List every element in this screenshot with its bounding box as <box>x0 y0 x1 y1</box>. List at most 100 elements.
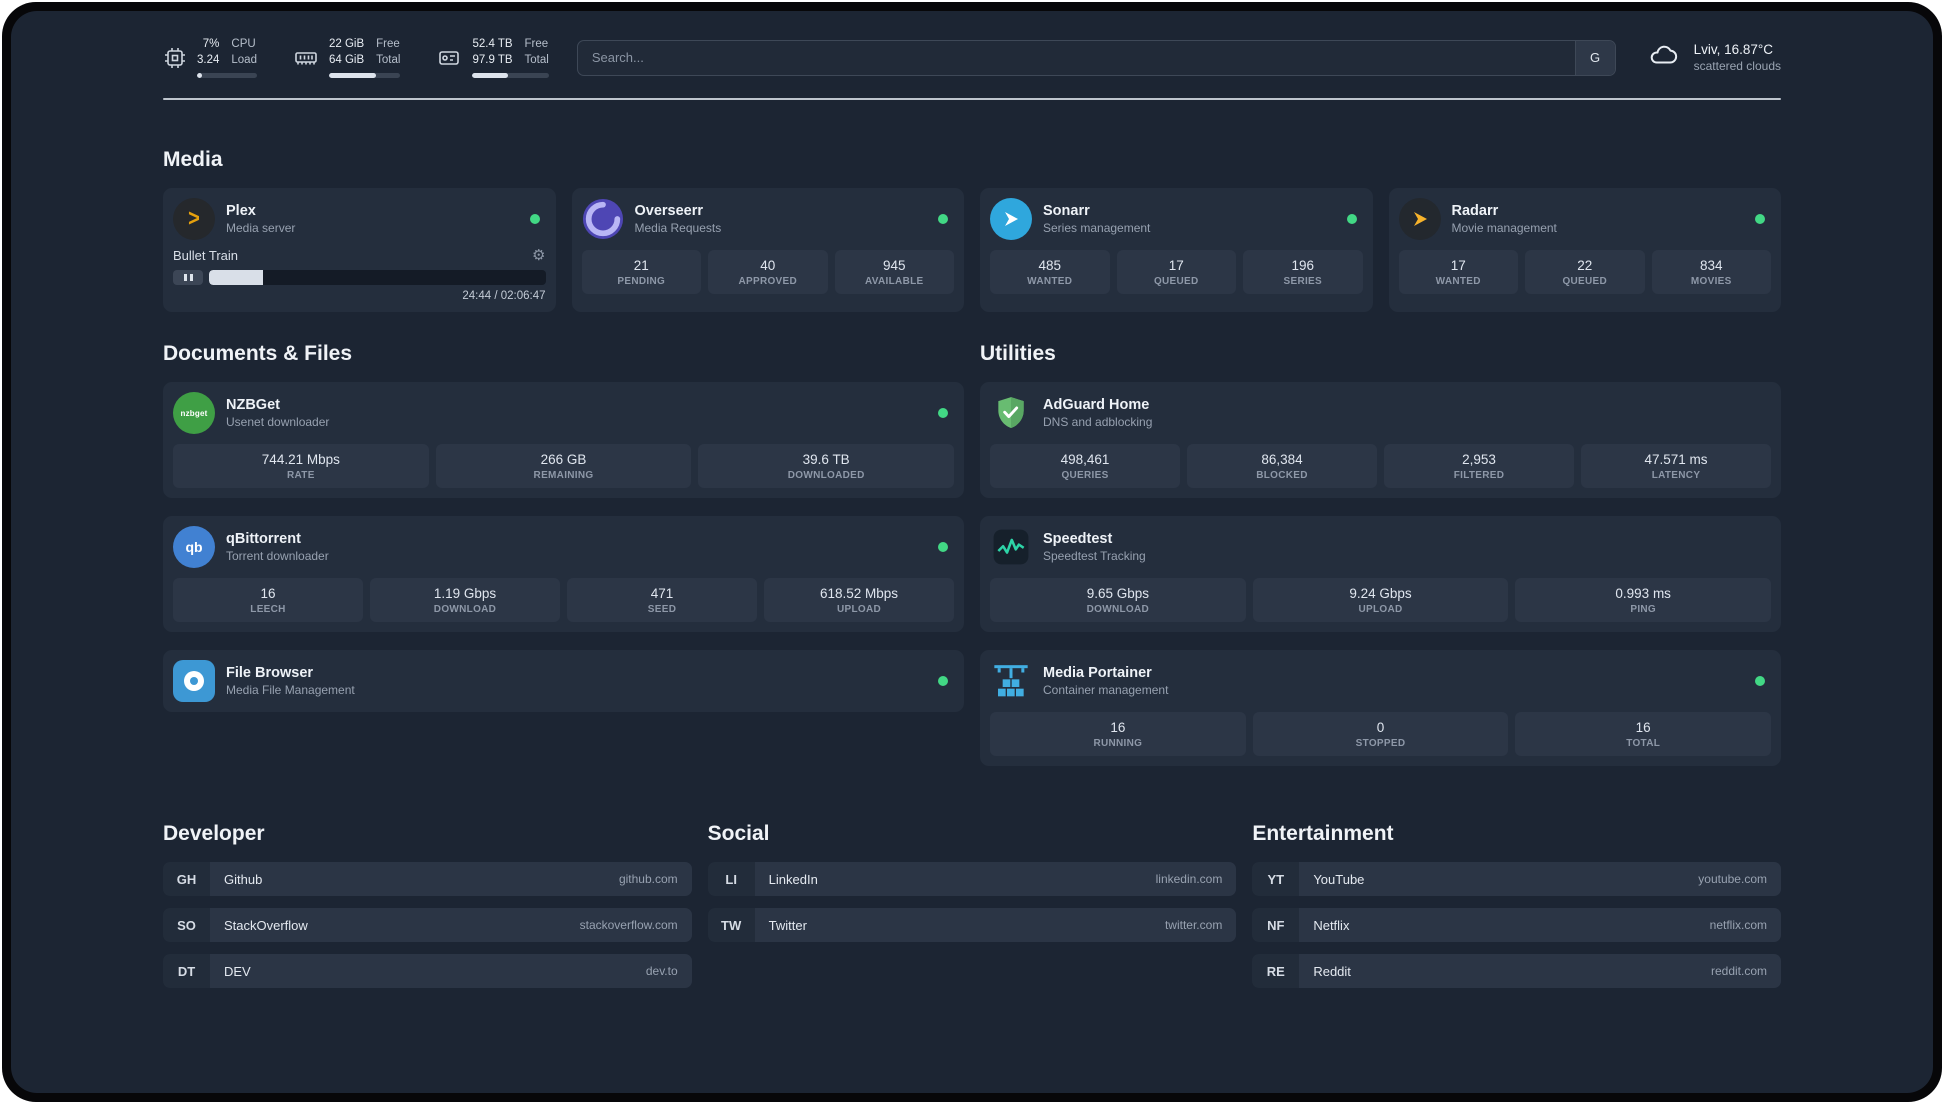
stat-ping: 0.993 ms PING <box>1515 578 1772 623</box>
bookmark-stackoverflow[interactable]: SO StackOverflow stackoverflow.com <box>163 908 692 943</box>
service-card-filebrowser[interactable]: File Browser Media File Management <box>163 650 964 713</box>
nzbget-icon: nzbget <box>173 392 215 435</box>
service-card-qbittorrent[interactable]: qb qBittorrent Torrent downloader 16 LEE… <box>163 516 964 633</box>
stat-approved: 40 APPROVED <box>708 250 828 295</box>
service-name: AdGuard Home <box>1043 397 1150 414</box>
gear-icon[interactable]: ⚙ <box>532 248 545 263</box>
stat-upload: 9.24 Gbps UPLOAD <box>1252 578 1509 623</box>
service-card-plex[interactable]: > Plex Media server Bullet Train ⚙ 24:44… <box>163 188 556 313</box>
filebrowser-icon <box>173 660 215 703</box>
service-card-overseerr[interactable]: Overseerr Media Requests 21 PENDING 40 A… <box>571 188 964 313</box>
stat-running: 16 RUNNING <box>990 712 1246 757</box>
stat-queries: 498,461 QUERIES <box>990 444 1180 489</box>
bookmark-github[interactable]: GH Github github.com <box>163 862 692 897</box>
status-dot <box>938 542 948 553</box>
stat-wanted: 17 WANTED <box>1398 250 1518 295</box>
disk-free-label: Free <box>524 38 549 50</box>
service-subtitle: Speedtest Tracking <box>1043 549 1146 564</box>
section-utilities: Utilities AdGuard Home DNS and adblockin… <box>980 342 1781 767</box>
bookmark-reddit[interactable]: RE Reddit reddit.com <box>1252 954 1781 989</box>
bookmark-dev[interactable]: DT DEV dev.to <box>163 954 692 989</box>
qbittorrent-icon: qb <box>173 526 215 569</box>
stat-wanted: 485 WANTED <box>990 250 1110 295</box>
stat-series: 196 SERIES <box>1243 250 1363 295</box>
status-dot <box>529 214 540 225</box>
service-name: Sonarr <box>1043 203 1090 220</box>
cpu-progress-bar <box>197 73 257 79</box>
stat-download: 1.19 Gbps DOWNLOAD <box>370 578 560 623</box>
cpu-value: 7% <box>202 38 220 50</box>
section-documents: Documents & Files nzbget NZBGet Usenet d… <box>163 342 964 766</box>
status-dot <box>938 408 948 419</box>
pause-button[interactable] <box>173 270 203 286</box>
app-window: 7% 3.24 CPU Load 22 GiB 64 GiB Free Tota… <box>2 2 1942 1102</box>
section-title-developer: Developer <box>163 822 265 846</box>
stat-remaining: 266 GB REMAINING <box>435 444 692 489</box>
stat-latency: 47.571 ms LATENCY <box>1581 444 1771 489</box>
weather-condition: scattered clouds <box>1693 59 1781 74</box>
stat-queued: 22 QUEUED <box>1525 250 1645 295</box>
service-card-sonarr[interactable]: Sonarr Series management 485 WANTED 17 Q… <box>980 188 1373 313</box>
section-title-entertainment: Entertainment <box>1252 822 1394 846</box>
service-subtitle: Usenet downloader <box>226 415 330 430</box>
stat-download: 9.65 Gbps DOWNLOAD <box>990 578 1246 623</box>
memory-total-label: Total <box>376 53 401 66</box>
service-card-speedtest[interactable]: Speedtest Speedtest Tracking 9.65 Gbps D… <box>980 516 1781 633</box>
stat-stopped: 0 STOPPED <box>1252 712 1509 757</box>
stat-pending: 21 PENDING <box>581 250 701 295</box>
service-card-portainer[interactable]: Media Portainer Container management 16 … <box>980 650 1781 767</box>
portainer-icon <box>990 660 1032 702</box>
service-subtitle: Media Requests <box>634 221 722 236</box>
track-title: Bullet Train <box>173 248 239 264</box>
topbar: 7% 3.24 CPU Load 22 GiB 64 GiB Free Tota… <box>163 37 1781 79</box>
service-name: NZBGet <box>226 397 280 414</box>
service-name: qBittorrent <box>226 531 301 548</box>
seek-bar[interactable] <box>209 270 546 286</box>
search-input[interactable] <box>577 40 1575 75</box>
stat-movies: 834 MOVIES <box>1651 250 1771 295</box>
memory-total-value: 64 GiB <box>328 53 365 66</box>
service-subtitle: Movie management <box>1451 221 1557 236</box>
search-bar: G <box>576 39 1616 76</box>
service-subtitle: Torrent downloader <box>226 549 329 564</box>
cpu-widget: 7% 3.24 CPU Load <box>163 37 257 79</box>
topbar-divider <box>163 98 1781 101</box>
disk-free-value: 52.4 TB <box>472 38 513 50</box>
radarr-icon <box>1398 198 1441 241</box>
service-subtitle: Media server <box>226 221 296 236</box>
service-name: Overseerr <box>634 203 704 220</box>
dashboard: 7% 3.24 CPU Load 22 GiB 64 GiB Free Tota… <box>11 11 1933 1093</box>
service-card-adguard[interactable]: AdGuard Home DNS and adblocking 498,461 … <box>980 382 1781 499</box>
disk-total-value: 97.9 TB <box>472 53 513 66</box>
stat-available: 945 AVAILABLE <box>834 250 954 295</box>
section-title-media: Media <box>163 148 223 172</box>
stat-total: 16 TOTAL <box>1515 712 1772 757</box>
bookmark-linkedin[interactable]: LI LinkedIn linkedin.com <box>707 862 1237 897</box>
bookmark-netflix[interactable]: NF Netflix netflix.com <box>1252 908 1781 943</box>
service-card-nzbget[interactable]: nzbget NZBGet Usenet downloader 744.21 M… <box>163 382 964 499</box>
stat-blocked: 86,384 BLOCKED <box>1187 444 1377 489</box>
bookmark-twitter[interactable]: TW Twitter twitter.com <box>707 908 1237 943</box>
speedtest-icon <box>990 526 1032 568</box>
playback-time: 24:44 / 02:06:47 <box>462 290 546 303</box>
memory-free-value: 22 GiB <box>328 38 365 50</box>
plex-now-playing: Bullet Train ⚙ 24:44 / 02:06:47 <box>173 248 546 302</box>
service-name: Speedtest <box>1043 531 1113 548</box>
adguard-icon <box>990 392 1032 434</box>
service-name: Radarr <box>1451 203 1499 220</box>
service-subtitle: DNS and adblocking <box>1043 415 1153 430</box>
section-media: Media > Plex Media server Bullet Train ⚙ <box>163 148 1781 313</box>
plex-icon: > <box>173 198 215 241</box>
stat-queued: 17 QUEUED <box>1116 250 1236 295</box>
service-card-radarr[interactable]: Radarr Movie management 17 WANTED 22 QUE… <box>1388 188 1781 313</box>
service-subtitle: Media File Management <box>226 683 355 698</box>
bookmark-youtube[interactable]: YT YouTube youtube.com <box>1252 862 1781 897</box>
service-subtitle: Series management <box>1043 221 1151 236</box>
disk-widget: 52.4 TB 97.9 TB Free Total <box>436 37 549 79</box>
disk-progress-bar <box>472 73 549 79</box>
overseerr-icon <box>582 198 624 240</box>
disk-icon <box>436 46 462 70</box>
search-provider-button[interactable]: G <box>1574 40 1615 75</box>
stat-filtered: 2,953 FILTERED <box>1384 444 1574 489</box>
disk-total-label: Total <box>524 53 549 66</box>
